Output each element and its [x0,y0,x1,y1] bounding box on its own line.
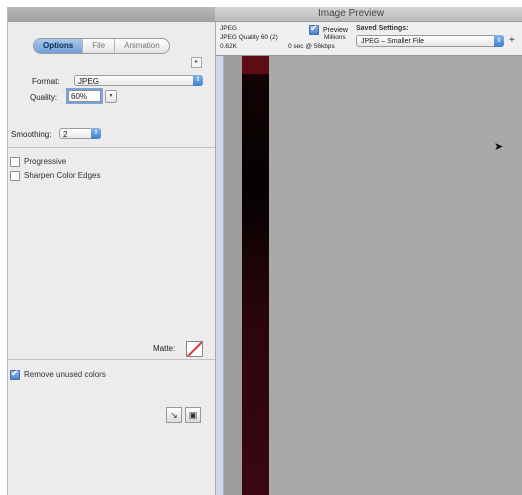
quality-label: Quality: [30,93,58,102]
progressive-checkbox[interactable] [10,156,20,167]
preview-option[interactable]: Preview [309,23,348,35]
info-download-time: 0 sec @ 56kbps [288,43,335,50]
preview-image [242,56,269,495]
divider [8,147,215,148]
add-preset-icon[interactable]: + [509,35,515,46]
preview-checkbox[interactable] [309,23,319,35]
preview-left-edge [216,56,224,495]
export-window: Image Preview Options File Animation ▸ F… [7,7,522,495]
options-panel: Options File Animation ▸ Format: JPEG ⇕ … [8,22,216,495]
mouse-cursor-icon: ➤ [494,141,504,153]
eyedropper-icon[interactable]: ↘ [166,407,182,423]
progressive-label: Progressive [24,157,67,166]
select-arrows-icon: ⇕ [494,35,504,47]
sharpen-label: Sharpen Color Edges [24,171,101,180]
smoothing-value: 2 [63,130,68,139]
select-arrows-icon: ⇕ [193,75,203,86]
divider [8,359,215,360]
info-color-mode: Millions [324,34,346,41]
tab-options[interactable]: Options [34,39,84,53]
saved-settings-value: JPEG – Smaller File [361,38,425,45]
tab-bar: Options File Animation [33,38,170,54]
matte-label: Matte: [153,344,176,353]
smoothing-label: Smoothing: [11,130,52,139]
left-title-strip [8,7,215,21]
preview-info-bar: JPEG JPEG Quality 60 (2) 0.62K Millions … [216,22,522,56]
info-quality: JPEG Quality 60 (2) [220,34,278,41]
sharpen-checkbox[interactable] [10,170,20,181]
window-title: Image Preview [318,8,385,19]
info-size: 0.62K [220,43,237,50]
preview-label: Preview [323,26,348,34]
tab-file[interactable]: File [83,39,116,53]
tab-animation[interactable]: Animation [115,39,169,53]
quality-dropdown-icon[interactable]: ▾ [105,90,117,103]
canvas-background [224,56,244,495]
format-select[interactable]: JPEG ⇕ [74,75,203,86]
image-preview-area: JPEG JPEG Quality 60 (2) 0.62K Millions … [216,22,522,495]
smoothing-select[interactable]: 2 ⇕ [59,128,101,139]
palette-icon[interactable]: ▣ [185,407,201,423]
progressive-option[interactable]: Progressive [10,156,66,167]
select-arrows-icon: ⇕ [91,128,101,139]
saved-settings-label: Saved Settings: [356,25,409,32]
saved-settings-select[interactable]: JPEG – Smaller File ⇕ [356,35,504,47]
format-label: Format: [32,77,60,86]
remove-unused-label: Remove unused colors [24,370,106,379]
info-format: JPEG [220,25,237,32]
remove-unused-checkbox[interactable] [10,368,20,380]
quality-input[interactable]: 60% [66,88,103,104]
matte-color-swatch[interactable] [186,341,203,357]
panel-menu-icon[interactable]: ▸ [191,57,202,68]
sharpen-option[interactable]: Sharpen Color Edges [10,170,101,181]
format-value: JPEG [78,77,99,86]
remove-unused-option[interactable]: Remove unused colors [10,368,106,380]
title-bar: Image Preview [8,7,522,22]
